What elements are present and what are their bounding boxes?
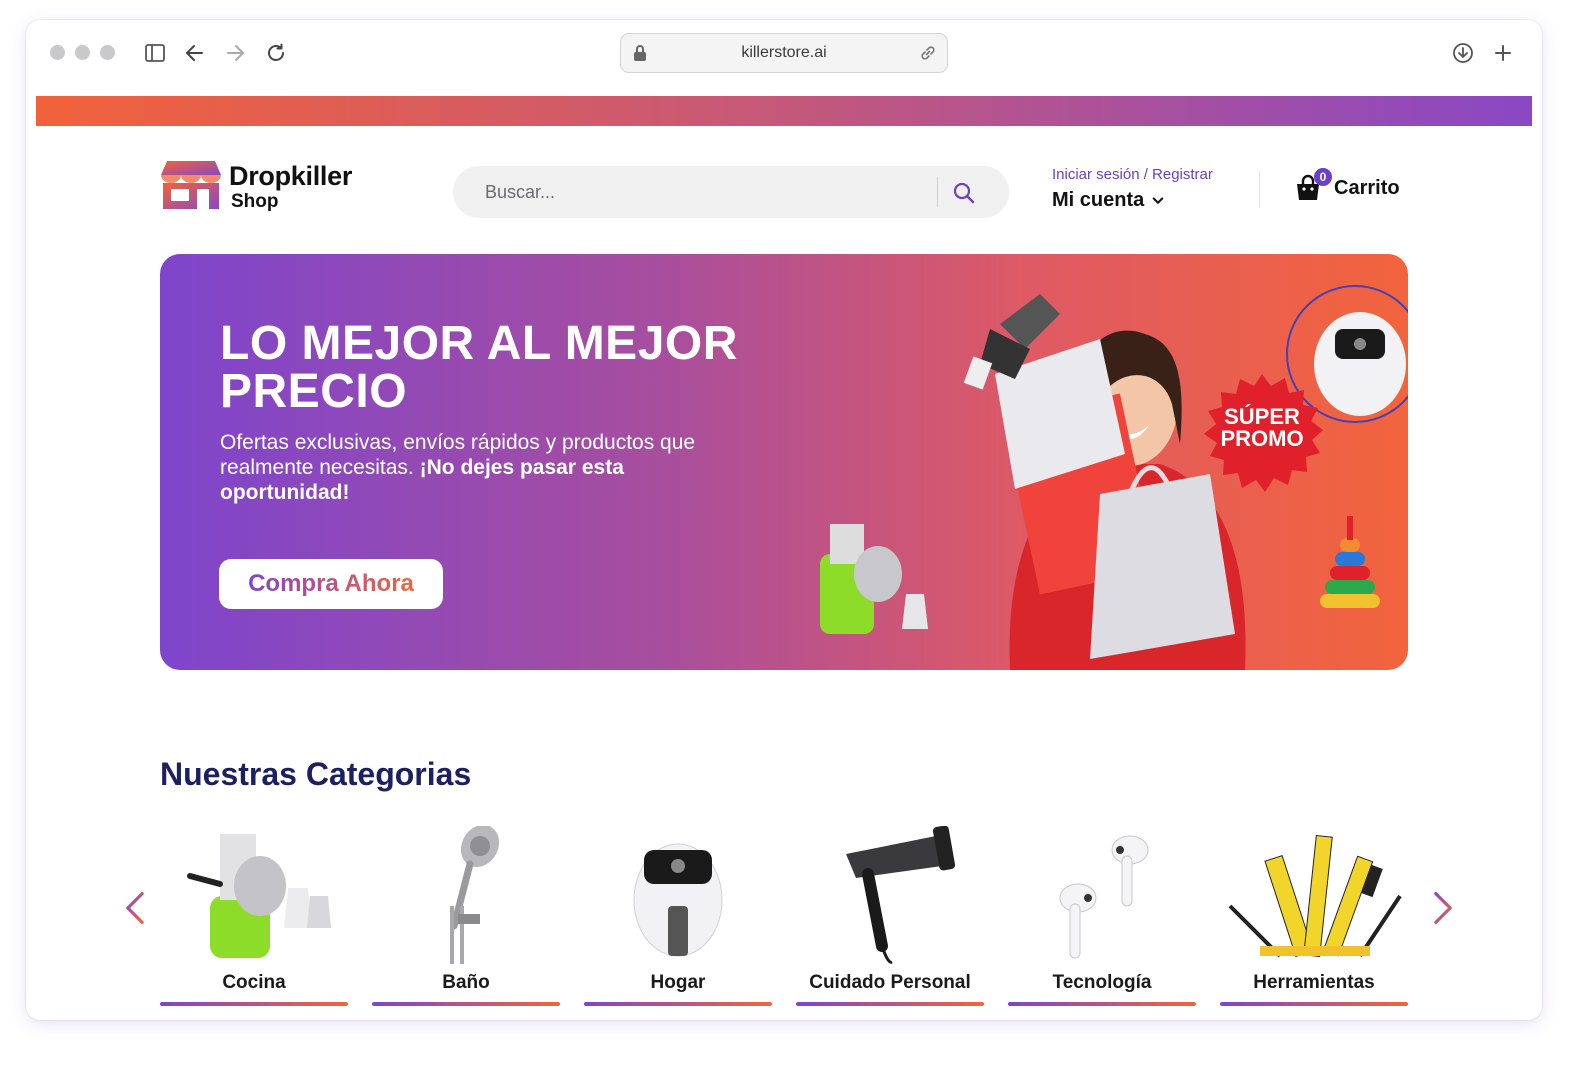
category-label: Cocina — [222, 972, 286, 993]
category-underline — [796, 1002, 984, 1006]
earbuds-icon — [1059, 835, 1149, 959]
chevron-left-icon — [126, 892, 144, 924]
category-card-bano[interactable]: Baño — [372, 816, 560, 1008]
carousel-next-button[interactable] — [1428, 888, 1458, 928]
reload-icon[interactable] — [263, 40, 289, 66]
air-fryer-icon — [633, 843, 723, 957]
hero-description: Ofertas exclusivas, envíos rápidos y pro… — [220, 430, 720, 505]
buy-now-label: Compra Ahora — [248, 570, 414, 597]
category-card-cuidado-personal[interactable]: Cuidado Personal — [796, 816, 984, 1008]
minimize-window-button[interactable] — [75, 45, 90, 60]
hero-title: LO MEJOR AL MEJOR PRECIO — [220, 317, 738, 418]
chevron-right-icon — [1434, 892, 1452, 924]
category-card-tecnologia[interactable]: Tecnología — [1008, 816, 1196, 1008]
category-label: Hogar — [650, 972, 706, 993]
cart-button[interactable]: 0 Carrito — [1294, 168, 1400, 202]
tools-icon — [1228, 834, 1402, 958]
category-underline — [160, 1002, 348, 1006]
lock-icon — [634, 45, 646, 61]
search-input[interactable] — [485, 166, 925, 218]
promo-line-2: PROMO — [1220, 426, 1304, 451]
category-underline — [584, 1002, 772, 1006]
categories-carousel: Cocina Baño Hogar Cuidado Personal Tecno… — [160, 816, 1408, 1016]
brand-logo[interactable]: Dropkiller Shop — [159, 159, 369, 215]
my-account-dropdown[interactable]: Mi cuenta — [1052, 189, 1213, 212]
storefront-icon — [161, 161, 221, 209]
web-page: Dropkiller Shop Iniciar sesión / Registr… — [36, 96, 1532, 1020]
my-account-label: Mi cuenta — [1052, 189, 1145, 211]
maximize-window-button[interactable] — [100, 45, 115, 60]
category-card-hogar[interactable]: Hogar — [584, 816, 772, 1008]
close-window-button[interactable] — [50, 45, 65, 60]
login-register-link[interactable]: Iniciar sesión / Registrar — [1052, 166, 1213, 183]
sidebar-toggle-icon[interactable] — [142, 40, 168, 66]
brand-subtitle: Shop — [231, 191, 279, 212]
header-divider — [1259, 172, 1260, 208]
category-underline — [1220, 1002, 1408, 1006]
back-arrow-icon[interactable] — [182, 40, 208, 66]
cart-label: Carrito — [1334, 176, 1400, 199]
buy-now-button[interactable]: Compra Ahora — [219, 559, 443, 609]
gradient-top-bar — [36, 96, 1532, 126]
link-icon[interactable] — [919, 44, 937, 62]
category-underline — [1008, 1002, 1196, 1006]
category-underline — [372, 1002, 560, 1006]
hero-banner: LO MEJOR AL MEJOR PRECIO Ofertas exclusi… — [160, 254, 1408, 670]
address-bar-url: killerstore.ai — [741, 44, 827, 61]
account-menu: Iniciar sesión / Registrar Mi cuenta — [1052, 166, 1213, 212]
forward-arrow-icon[interactable] — [222, 40, 248, 66]
grater-icon — [187, 834, 331, 958]
category-label: Baño — [442, 972, 490, 993]
categories-title: Nuestras Categorias — [160, 756, 472, 792]
category-label: Cuidado Personal — [809, 972, 971, 993]
window-controls — [50, 45, 115, 60]
hair-dryer-icon — [846, 826, 956, 964]
category-label: Herramientas — [1253, 972, 1375, 993]
search-divider — [937, 177, 938, 207]
browser-toolbar: killerstore.ai — [26, 20, 1542, 86]
category-label: Tecnología — [1052, 972, 1152, 993]
shower-head-icon — [450, 826, 500, 964]
shopping-bag-icon: 0 — [1294, 168, 1332, 202]
promo-line-1: SÚPER — [1224, 404, 1300, 429]
carousel-prev-button[interactable] — [120, 888, 150, 928]
category-card-herramientas[interactable]: Herramientas — [1220, 816, 1408, 1008]
chevron-down-icon — [1152, 196, 1164, 204]
search-bar — [453, 166, 1009, 218]
cart-count-badge: 0 — [1314, 168, 1332, 186]
address-bar[interactable]: killerstore.ai — [620, 33, 948, 73]
search-button[interactable] — [949, 178, 979, 208]
search-icon — [953, 182, 975, 204]
browser-window: killerstore.ai Dropkiller Shop Buscar...… — [26, 20, 1542, 1020]
new-tab-icon[interactable] — [1490, 40, 1516, 66]
download-icon[interactable] — [1450, 40, 1476, 66]
super-promo-badge-text: SÚPER PROMO — [1200, 406, 1324, 450]
brand-name: Dropkiller — [229, 161, 353, 191]
category-card-cocina[interactable]: Cocina — [160, 816, 348, 1008]
